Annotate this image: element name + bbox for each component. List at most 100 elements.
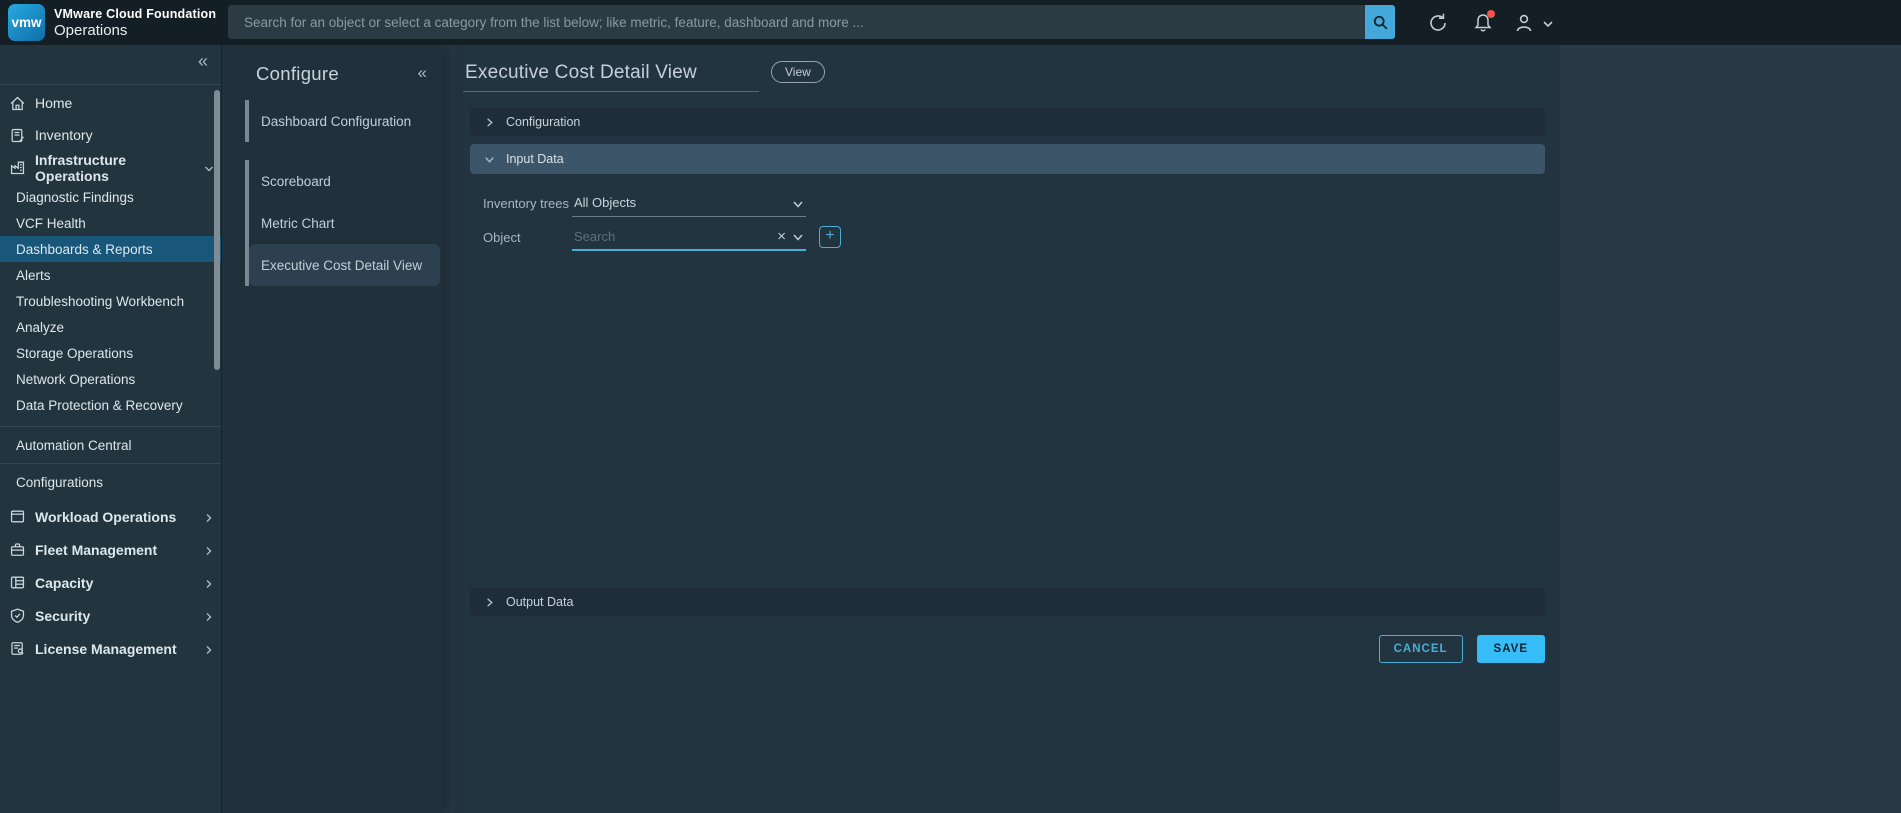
inventory-trees-select[interactable]: All Objects — [572, 190, 806, 217]
sidebar-item-troubleshooting-workbench[interactable]: Troubleshooting Workbench — [0, 288, 221, 314]
accordion-label: Configuration — [506, 115, 581, 129]
chevron-right-icon — [203, 610, 215, 622]
top-bar: vmw VMware Cloud Foundation Operations — [0, 0, 1901, 45]
inventory-trees-label: Inventory trees — [483, 195, 569, 211]
product-line1: VMware Cloud Foundation — [54, 6, 217, 21]
sidebar-item-label: Home — [35, 95, 73, 111]
search-button[interactable] — [1365, 5, 1395, 39]
license-icon — [9, 640, 26, 657]
chevron-down-icon — [792, 197, 804, 209]
sidebar-item-label: Data Protection & Recovery — [16, 397, 183, 413]
sidebar: « Home Inventory Infrastructure Operatio… — [0, 45, 221, 813]
search-icon — [1372, 14, 1389, 31]
sidebar-item-diagnostic-findings[interactable]: Diagnostic Findings — [0, 184, 221, 210]
infrastructure-icon — [9, 159, 26, 176]
sidebar-item-vcf-health[interactable]: VCF Health — [0, 210, 221, 236]
sidebar-item-label: Infrastructure Operations — [35, 151, 127, 184]
sidebar-item-alerts[interactable]: Alerts — [0, 262, 221, 288]
sidebar-item-label: Configurations — [16, 474, 104, 490]
capacity-icon — [9, 574, 26, 591]
sidebar-item-label: Alerts — [16, 267, 51, 283]
sidebar-item-label: Troubleshooting Workbench — [16, 293, 185, 309]
cancel-button[interactable]: CANCEL — [1378, 635, 1463, 663]
fleet-icon — [9, 541, 26, 558]
sidebar-item-workload-operations[interactable]: Workload Operations — [0, 500, 221, 533]
sidebar-item-dashboards-reports[interactable]: Dashboards & Reports — [0, 236, 221, 262]
add-object-button[interactable]: + — [819, 226, 841, 248]
sidebar-item-configurations[interactable]: Configurations — [0, 464, 221, 500]
workload-icon — [9, 508, 26, 525]
accordion-input-data[interactable]: Input Data — [470, 144, 1545, 174]
configure-item-executive-cost-detail-view[interactable]: Executive Cost Detail View — [249, 244, 440, 286]
configure-group: Scoreboard Metric Chart Executive Cost D… — [245, 160, 441, 286]
dashboard-title-field[interactable]: Executive Cost Detail View — [463, 58, 759, 92]
chevron-down-icon[interactable] — [792, 230, 804, 242]
configure-item-label: Scoreboard — [261, 173, 331, 189]
footer-actions: CANCEL SAVE — [1378, 635, 1545, 663]
configure-panel: Configure « Dashboard Configuration Scor… — [221, 45, 443, 813]
save-button[interactable]: SAVE — [1476, 635, 1545, 663]
sidebar-scrollbar[interactable] — [214, 90, 220, 370]
sidebar-item-infrastructure-operations[interactable]: Infrastructure Operations — [0, 151, 221, 184]
sidebar-item-security[interactable]: Security — [0, 599, 221, 632]
sidebar-item-fleet-management[interactable]: Fleet Management — [0, 533, 221, 566]
chevron-down-icon — [484, 154, 495, 165]
sidebar-item-automation-central[interactable]: Automation Central — [0, 427, 221, 463]
chevron-right-icon — [484, 597, 495, 608]
accordion-label: Input Data — [506, 152, 564, 166]
inventory-trees-row: Inventory trees All Objects — [483, 189, 806, 217]
sidebar-item-label: VCF Health — [16, 215, 86, 231]
chevron-right-icon — [203, 511, 215, 523]
home-icon — [9, 95, 26, 112]
view-button[interactable]: View — [771, 61, 825, 83]
product-line2: Operations — [54, 21, 128, 39]
sidebar-item-network-operations[interactable]: Network Operations — [0, 366, 221, 392]
user-icon[interactable] — [1513, 12, 1535, 34]
configure-item-label: Dashboard Configuration — [261, 113, 412, 129]
sidebar-divider — [0, 84, 221, 85]
configure-item-dashboard-configuration[interactable]: Dashboard Configuration — [249, 100, 441, 142]
notification-dot — [1487, 10, 1495, 18]
object-row: Object × + — [483, 223, 841, 251]
sidebar-item-label: Analyze — [16, 319, 65, 335]
chevron-right-icon — [203, 577, 215, 589]
chevron-right-icon — [203, 544, 215, 556]
sidebar-item-label: Security — [35, 607, 91, 624]
user-menu-chevron-down-icon[interactable] — [1541, 17, 1555, 31]
object-combobox[interactable]: × — [572, 224, 806, 251]
bell-icon[interactable] — [1472, 10, 1495, 34]
main-content: Executive Cost Detail View View Configur… — [443, 45, 1901, 813]
sidebar-collapse-icon[interactable]: « — [198, 52, 208, 70]
sidebar-item-label: Diagnostic Findings — [16, 189, 134, 205]
sidebar-item-label: Workload Operations — [35, 508, 177, 525]
configure-group: Dashboard Configuration — [245, 100, 441, 142]
accordion-output-data[interactable]: Output Data — [470, 588, 1545, 616]
sidebar-item-analyze[interactable]: Analyze — [0, 314, 221, 340]
product-name: VMware Cloud Foundation Operations — [54, 7, 216, 39]
sidebar-item-home[interactable]: Home — [0, 87, 221, 119]
chevron-right-icon — [484, 117, 495, 128]
sidebar-item-inventory[interactable]: Inventory — [0, 119, 221, 151]
brand: vmw VMware Cloud Foundation Operations — [8, 4, 216, 41]
accordion-configuration[interactable]: Configuration — [470, 108, 1545, 136]
sidebar-item-license-management[interactable]: License Management — [0, 632, 221, 665]
sidebar-item-storage-operations[interactable]: Storage Operations — [0, 340, 221, 366]
object-search-input[interactable] — [572, 228, 806, 244]
configure-item-metric-chart[interactable]: Metric Chart — [249, 202, 441, 244]
clear-icon[interactable]: × — [777, 229, 786, 244]
configure-item-label: Metric Chart — [261, 215, 335, 231]
search-input[interactable] — [228, 5, 1365, 39]
sidebar-item-data-protection-recovery[interactable]: Data Protection & Recovery — [0, 392, 221, 418]
sidebar-item-label: Inventory — [35, 127, 93, 143]
configure-collapse-icon[interactable]: « — [418, 63, 427, 83]
sidebar-item-label: License Management — [35, 640, 177, 657]
configure-panel-title: Configure — [256, 63, 339, 84]
configure-item-scoreboard[interactable]: Scoreboard — [249, 160, 441, 202]
vmware-logo: vmw — [8, 4, 45, 41]
sidebar-item-capacity[interactable]: Capacity — [0, 566, 221, 599]
inventory-trees-value: All Objects — [574, 195, 637, 210]
dashboard-config-card: Executive Cost Detail View View Configur… — [455, 45, 1560, 813]
object-label: Object — [483, 229, 521, 245]
refresh-icon[interactable] — [1427, 12, 1449, 34]
global-search — [228, 5, 1395, 39]
